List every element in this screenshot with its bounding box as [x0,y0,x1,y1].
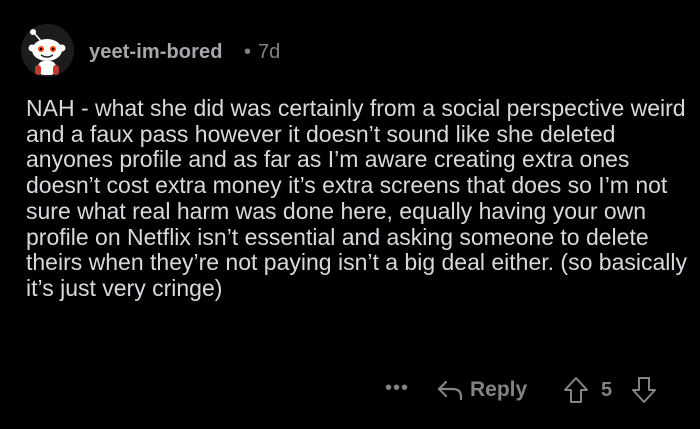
comment: yeet-im-bored • 7d NAH - what she did wa… [0,0,700,429]
upvote-arrow-icon[interactable] [563,376,589,404]
reply-label: Reply [470,378,528,401]
username[interactable]: yeet-im-bored [89,40,223,64]
comment-body: NAH - what she did was certainly from a … [26,95,687,301]
vote-score: 5 [601,379,613,401]
more-options-button[interactable]: ••• [385,374,409,402]
meta-separator: • [244,41,252,63]
downvote-arrow-icon[interactable] [631,376,657,404]
reply-button[interactable]: Reply [436,374,527,406]
snoo-avatar-icon[interactable] [21,24,74,77]
comment-actions: ••• Reply 5 [0,372,700,408]
comment-age: 7d [258,41,281,63]
reply-arrow-icon [436,378,464,402]
